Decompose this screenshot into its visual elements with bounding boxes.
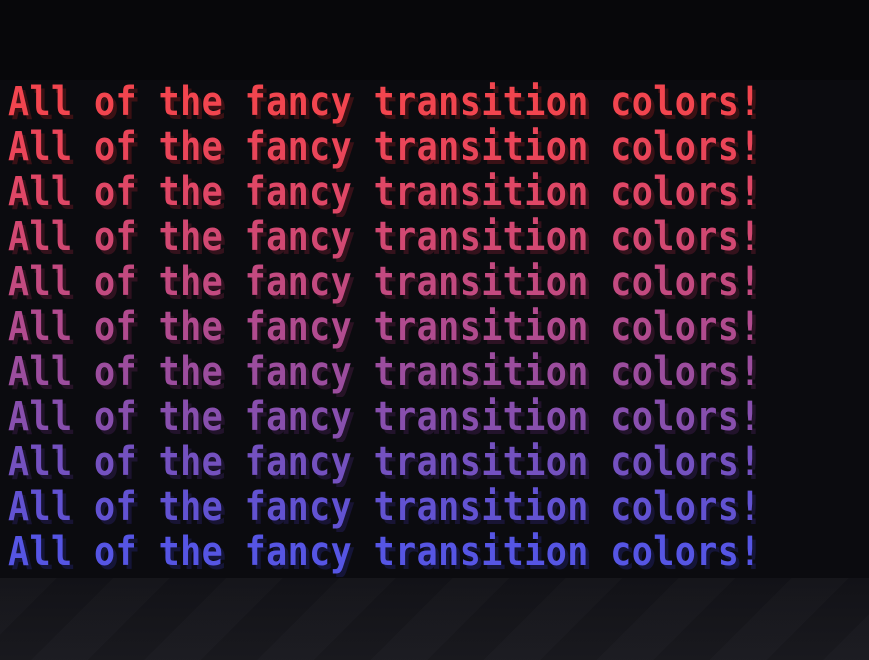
chat-message: All of the fancy transition colors! (8, 169, 761, 215)
chat-message: All of the fancy transition colors! (8, 439, 761, 485)
chat-message: All of the fancy transition colors! (8, 349, 761, 395)
game-screen: All of the fancy transition colors! All … (0, 0, 869, 660)
chat-message: All of the fancy transition colors! (8, 124, 761, 170)
chat-message: All of the fancy transition colors! (8, 484, 761, 530)
chat-message: All of the fancy transition colors! (8, 214, 761, 260)
chat-message: All of the fancy transition colors! (8, 529, 761, 575)
chat-message: All of the fancy transition colors! (8, 304, 761, 350)
world-background (0, 578, 869, 660)
chat-message: All of the fancy transition colors! (8, 79, 761, 125)
chat-message: All of the fancy transition colors! (8, 259, 761, 305)
chat-panel: All of the fancy transition colors! All … (4, 80, 865, 578)
chat-message: All of the fancy transition colors! (8, 394, 761, 440)
